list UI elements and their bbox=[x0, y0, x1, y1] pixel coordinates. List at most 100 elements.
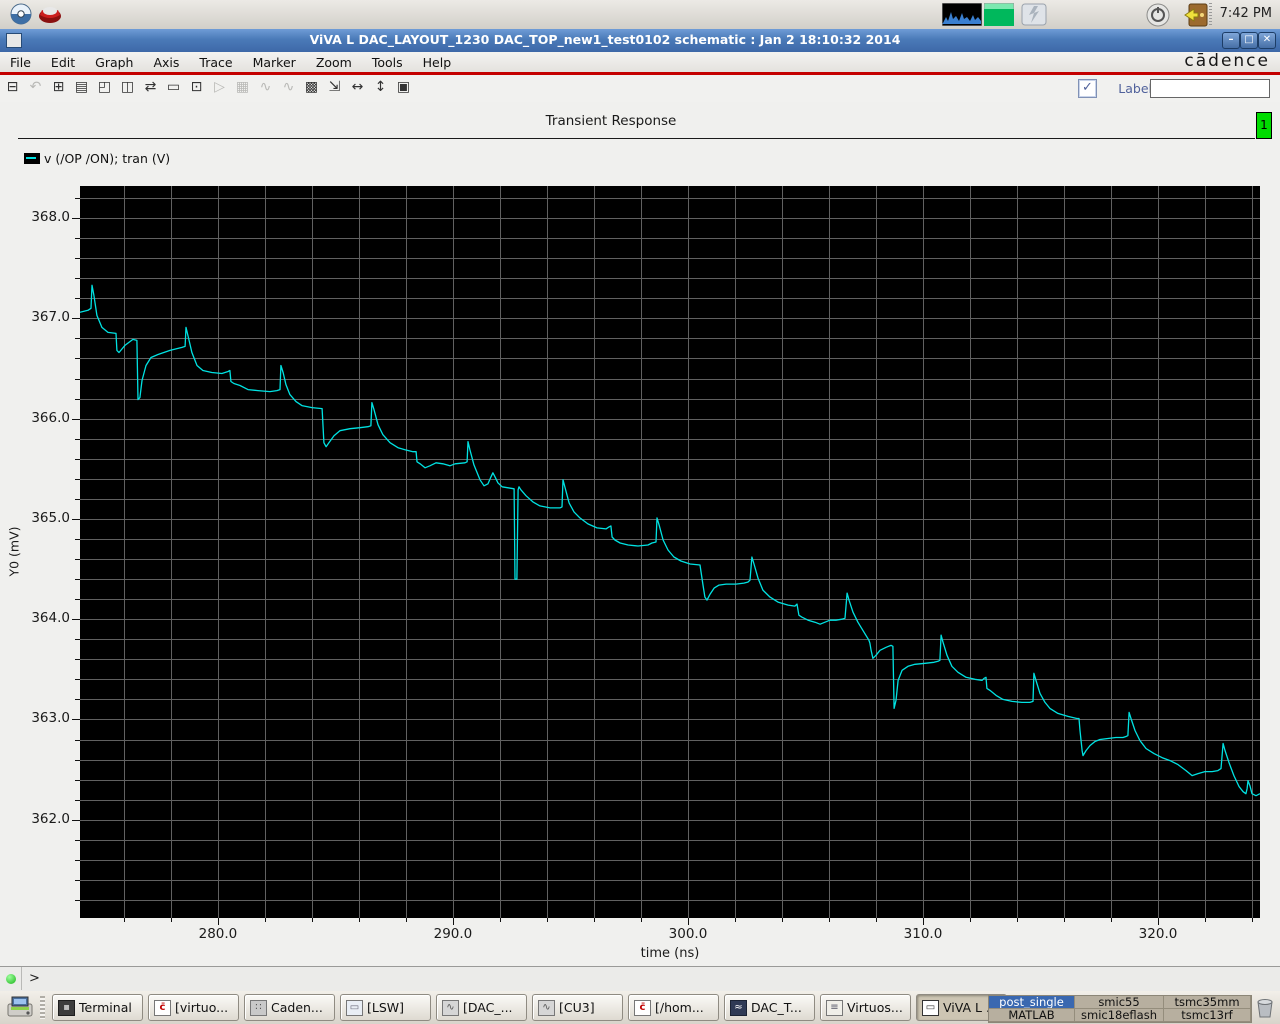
desktop-panel: 7:42 PM bbox=[0, 0, 1280, 30]
plot-canvas[interactable] bbox=[79, 186, 1261, 918]
y-tick bbox=[75, 439, 80, 440]
x-tick bbox=[641, 918, 642, 922]
launcher-icon[interactable] bbox=[5, 994, 35, 1021]
data-table-icon: ▦ bbox=[235, 79, 250, 95]
y-tick bbox=[75, 679, 80, 680]
label-input[interactable] bbox=[1150, 79, 1270, 98]
menu-item-marker[interactable]: Marker bbox=[243, 53, 306, 70]
task-button-cu3[interactable]: ∿ [CU3] bbox=[532, 994, 623, 1021]
y-tick bbox=[75, 579, 80, 580]
zoom-to-fit-icon[interactable]: ▣ bbox=[393, 77, 414, 98]
menu-item-zoom[interactable]: Zoom bbox=[306, 53, 362, 70]
plot-title: Transient Response bbox=[545, 113, 677, 129]
x-tick bbox=[547, 918, 548, 922]
x-tick bbox=[782, 918, 783, 922]
system-monitor-applet[interactable] bbox=[942, 3, 982, 26]
x-tick bbox=[312, 918, 313, 922]
vertical-marker-icon: ▷ bbox=[214, 79, 225, 95]
y-tick bbox=[75, 479, 80, 480]
screenshot-tool-icon[interactable] bbox=[9, 2, 33, 26]
delta-marker-icon: ∿ bbox=[282, 79, 295, 95]
y-tick bbox=[75, 338, 80, 339]
maximize-button[interactable]: □ bbox=[1240, 32, 1258, 49]
task-button-terminal[interactable]: ▪ Terminal bbox=[52, 994, 143, 1021]
strip-chart-icon[interactable]: ▤ bbox=[71, 77, 92, 98]
y-tick-label: 368.0 bbox=[31, 209, 70, 226]
menu-item-graph[interactable]: Graph bbox=[85, 53, 143, 70]
taskbar-drag-handle[interactable] bbox=[40, 996, 45, 1019]
delete-subwindow-icon[interactable]: ▭ bbox=[163, 77, 184, 98]
pager-cell-smic18eflash[interactable]: smic18eflash bbox=[1075, 1009, 1164, 1022]
task-button-label: [virtuo... bbox=[175, 1000, 229, 1015]
pager-cell-tsmc13rf[interactable]: tsmc13rf bbox=[1164, 1009, 1251, 1022]
menu-item-help[interactable]: Help bbox=[413, 53, 462, 70]
task-button-virtuo[interactable]: c̄ [virtuo... bbox=[148, 994, 239, 1021]
legend-swatch[interactable] bbox=[24, 152, 40, 164]
fit-all-icon[interactable]: ⇲ bbox=[324, 77, 345, 98]
terminal-icon: ▪ bbox=[58, 999, 75, 1016]
task-button-label: DAC_T... bbox=[751, 1000, 802, 1015]
workspace-applet-icon[interactable] bbox=[1021, 3, 1047, 26]
redhat-menu-icon[interactable] bbox=[37, 2, 63, 27]
overlay-mode-icon[interactable]: ◰ bbox=[94, 77, 115, 98]
y-tick bbox=[75, 459, 80, 460]
swap-subwindow-icon[interactable]: ⇄ bbox=[140, 77, 161, 98]
subwindow-badge[interactable]: 1 bbox=[1256, 112, 1272, 139]
label-checkbox[interactable]: ✓ bbox=[1078, 79, 1097, 98]
power-icon[interactable] bbox=[1145, 2, 1171, 28]
split-subwindow-icon[interactable]: ◫ bbox=[117, 77, 138, 98]
trash-icon[interactable] bbox=[1254, 995, 1276, 1019]
task-button-hom[interactable]: c̄ [/hom... bbox=[628, 994, 719, 1021]
pop-out-subwindow-icon[interactable]: ⊡ bbox=[186, 77, 207, 98]
schematic-icon: ≈ bbox=[730, 999, 747, 1016]
y-tick bbox=[72, 719, 80, 720]
dice-icon: ∷ bbox=[250, 999, 267, 1016]
y-tick bbox=[75, 699, 80, 700]
pager-cell-smic55[interactable]: smic55 bbox=[1075, 996, 1164, 1009]
status-led bbox=[6, 974, 16, 984]
title-separator bbox=[18, 138, 1255, 139]
task-button-label: [CU3] bbox=[559, 1000, 595, 1015]
menu-item-edit[interactable]: Edit bbox=[41, 53, 85, 70]
task-button-lsw[interactable]: ▭ [LSW] bbox=[340, 994, 431, 1021]
task-button-label: Caden... bbox=[271, 1000, 323, 1015]
menu-item-tools[interactable]: Tools bbox=[362, 53, 413, 70]
y-tick bbox=[72, 419, 80, 420]
minimize-button[interactable]: – bbox=[1222, 32, 1240, 49]
menu-item-axis[interactable]: Axis bbox=[143, 53, 189, 70]
window-titlebar[interactable]: ViVA L DAC_LAYOUT_1230 DAC_TOP_new1_test… bbox=[0, 29, 1280, 52]
task-button-dac[interactable]: ∿ [DAC_... bbox=[436, 994, 527, 1021]
menu-item-trace[interactable]: Trace bbox=[189, 53, 242, 70]
memory-applet[interactable] bbox=[984, 3, 1014, 26]
pager-cell-matlab[interactable]: MATLAB bbox=[989, 1009, 1075, 1022]
x-tick bbox=[735, 918, 736, 922]
x-tick bbox=[1158, 918, 1159, 925]
y-tick bbox=[75, 740, 80, 741]
menu-item-file[interactable]: File bbox=[0, 53, 41, 70]
show-grid-icon[interactable]: ⊞ bbox=[48, 77, 69, 98]
task-button-dact[interactable]: ≈ DAC_T... bbox=[724, 994, 815, 1021]
x-tick bbox=[218, 918, 219, 925]
x-tick bbox=[1252, 918, 1253, 922]
y-axis-title: Y0 (mV) bbox=[6, 526, 22, 577]
fit-x-icon[interactable]: ↔ bbox=[347, 77, 368, 98]
calculator-icon[interactable]: ▩ bbox=[301, 77, 322, 98]
task-button-caden[interactable]: ∷ Caden... bbox=[244, 994, 335, 1021]
logout-icon[interactable] bbox=[1183, 2, 1211, 28]
print-icon[interactable]: ⊟ bbox=[2, 77, 23, 98]
y-tick bbox=[75, 880, 80, 881]
fit-y-icon[interactable]: ↕ bbox=[370, 77, 391, 98]
legend-label[interactable]: v (/OP /ON); tran (V) bbox=[44, 151, 170, 166]
y-tick bbox=[72, 218, 80, 219]
task-button-virtuos[interactable]: ≡ Virtuos... bbox=[820, 994, 911, 1021]
undo-icon: ↶ bbox=[29, 79, 42, 95]
pager-cell-tsmc35mm[interactable]: tsmc35mm bbox=[1164, 996, 1251, 1009]
clock[interactable]: 7:42 PM bbox=[1220, 6, 1272, 21]
x-tick bbox=[500, 918, 501, 922]
task-button-label: Terminal bbox=[79, 1000, 132, 1015]
command-prompt[interactable]: > bbox=[29, 971, 40, 986]
task-button-label: Virtuos... bbox=[847, 1000, 903, 1015]
close-button[interactable]: ✕ bbox=[1258, 32, 1276, 49]
y-tick bbox=[75, 379, 80, 380]
pager-cell-post_single[interactable]: post_single bbox=[989, 996, 1075, 1009]
